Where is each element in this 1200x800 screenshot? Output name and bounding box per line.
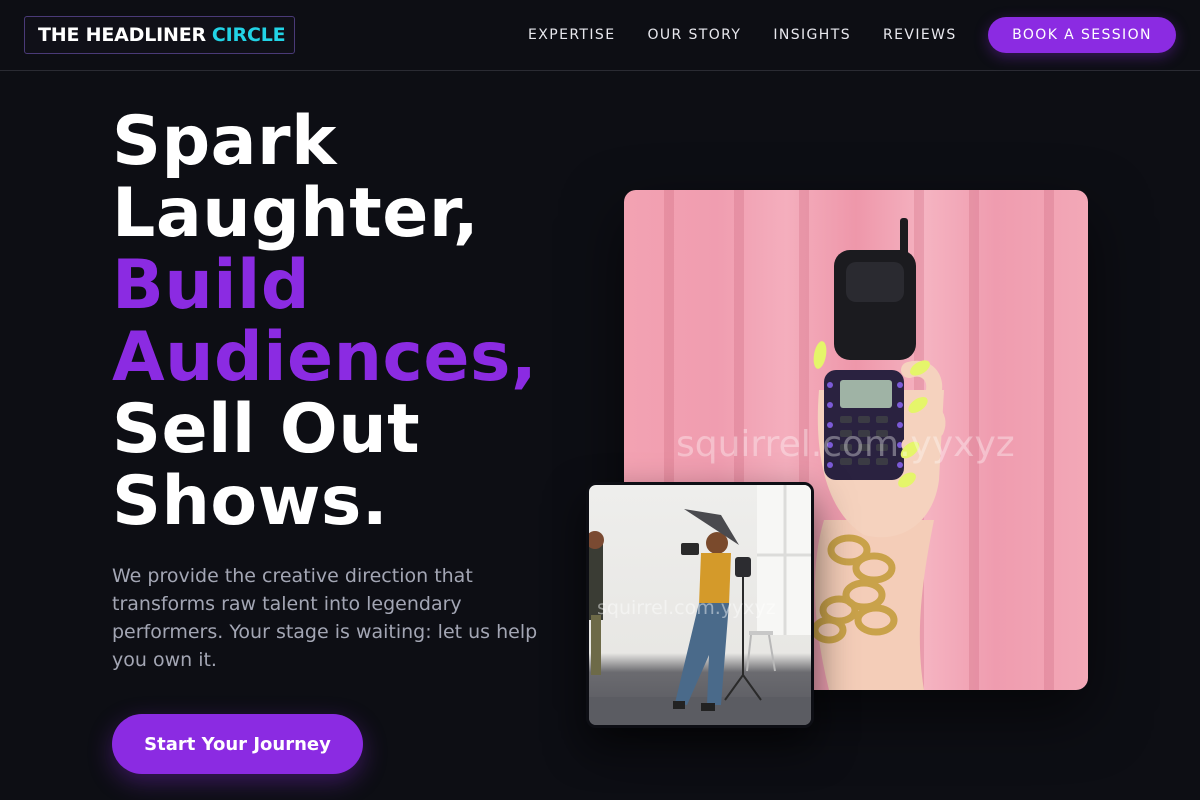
headline-line: Shows. [112, 462, 389, 541]
logo[interactable]: THE HEADLINER CIRCLE [24, 16, 295, 54]
hero-secondary-photo: squirrel.com.yyxyz [586, 482, 814, 728]
start-journey-button[interactable]: Start Your Journey [112, 714, 363, 774]
headline-line-accent: Audiences, [112, 318, 538, 397]
nav-link-reviews[interactable]: REVIEWS [883, 27, 957, 43]
logo-accent-text: CIRCLE [211, 24, 286, 46]
headline-line-accent: Build [112, 246, 311, 325]
main-photo-watermark: squirrel.com.yyxyz [676, 424, 1015, 465]
hero-description: We provide the creative direction that t… [112, 565, 538, 671]
site-header: THE HEADLINER CIRCLE EXPERTISE OUR STORY… [0, 0, 1200, 71]
hero-headline: Spark Laughter, Build Audiences, Sell Ou… [112, 106, 582, 538]
logo-main-text: THE HEADLINER [38, 24, 206, 46]
main-nav: EXPERTISE OUR STORY INSIGHTS REVIEWS [528, 0, 989, 70]
book-session-button[interactable]: BOOK A SESSION [988, 17, 1176, 53]
headline-line: Spark [112, 102, 337, 181]
nav-link-our-story[interactable]: OUR STORY [647, 27, 741, 43]
nav-link-insights[interactable]: INSIGHTS [773, 27, 851, 43]
headline-line: Laughter, [112, 174, 480, 253]
headline-line: Sell Out [112, 390, 421, 469]
nav-link-expertise[interactable]: EXPERTISE [528, 27, 615, 43]
secondary-photo-watermark: squirrel.com.yyxyz [597, 597, 776, 619]
